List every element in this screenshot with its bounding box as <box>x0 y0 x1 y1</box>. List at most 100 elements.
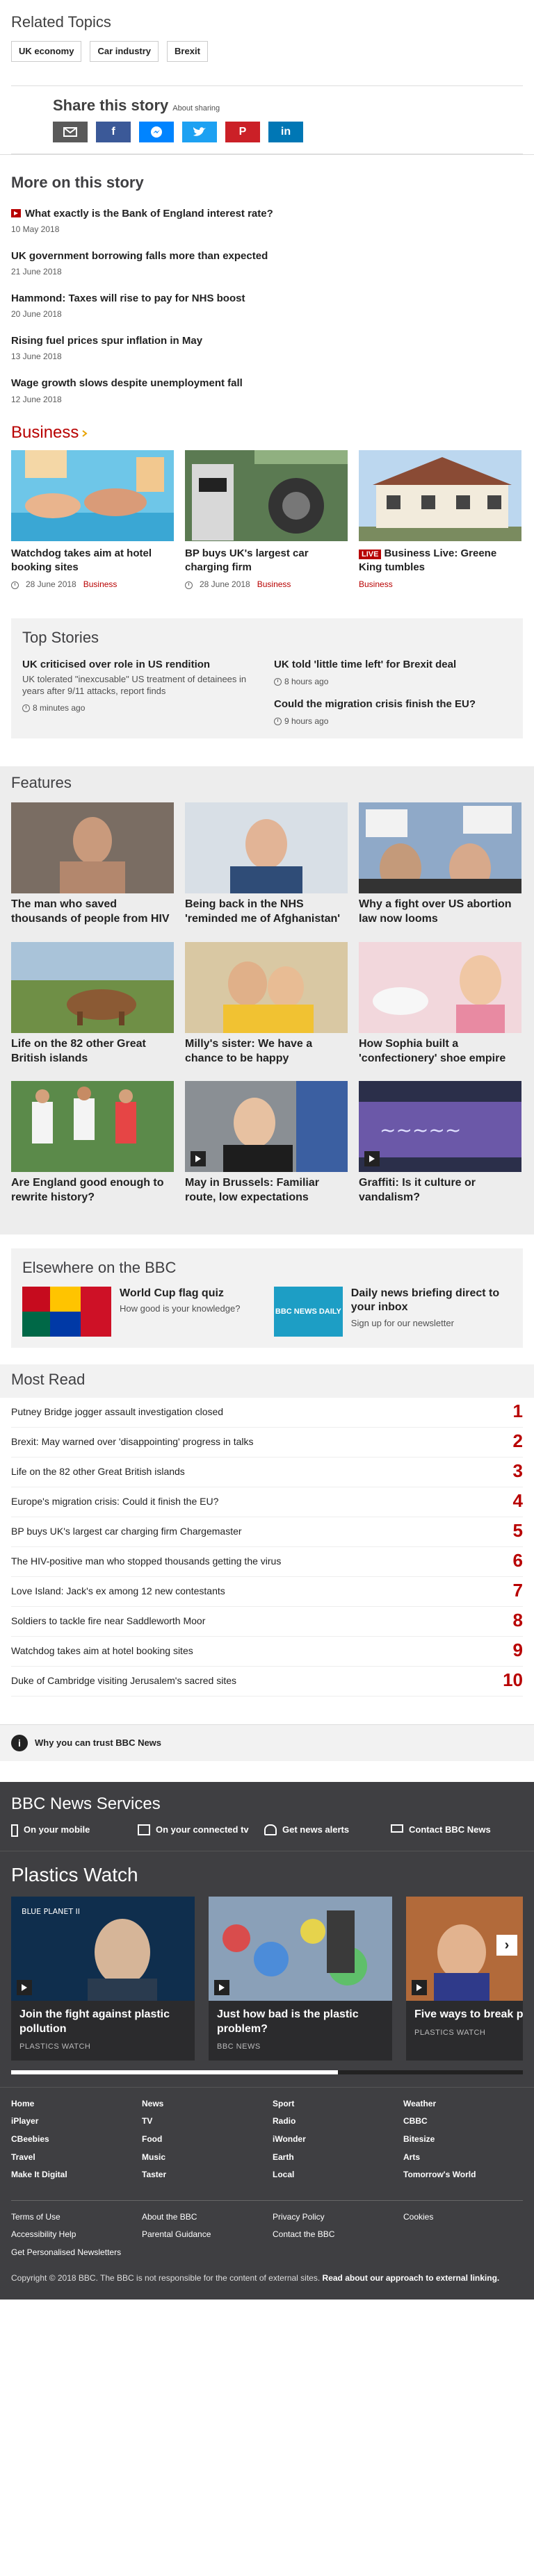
feature-title[interactable]: Being back in the NHS 'reminded me of Af… <box>185 898 348 927</box>
footer-link[interactable]: Taster <box>142 2170 273 2181</box>
footer-link[interactable]: Tomorrow's World <box>403 2170 523 2181</box>
footer-link[interactable]: TV <box>142 2116 273 2127</box>
plastics-card-title[interactable]: Just how bad is the plastic problem? <box>209 2001 392 2037</box>
footer-link[interactable]: Bitesize <box>403 2134 523 2145</box>
plastics-card-title[interactable]: Five ways to break plastic <box>406 2001 523 2022</box>
plastics-card[interactable]: Five ways to break plastic PLASTICS WATC… <box>406 1896 523 2061</box>
feature-title[interactable]: Milly's sister: We have a chance to be h… <box>185 1037 348 1066</box>
most-read-item[interactable]: Life on the 82 other Great British islan… <box>11 1458 523 1488</box>
tag-brexit[interactable]: Brexit <box>167 40 208 63</box>
footer-legal-link[interactable]: Parental Guidance <box>142 2229 273 2240</box>
most-read-title[interactable]: The HIV-positive man who stopped thousan… <box>11 1555 281 1567</box>
feature-title[interactable]: Graffiti: Is it culture or vandalism? <box>359 1176 521 1205</box>
elsewhere-item-title[interactable]: Daily news briefing direct to your inbox <box>351 1287 512 1316</box>
elsewhere-item[interactable]: World Cup flag quiz How good is your kno… <box>22 1286 260 1337</box>
feature-title[interactable]: May in Brussels: Familiar route, low exp… <box>185 1176 348 1205</box>
most-read-title[interactable]: BP buys UK's largest car charging firm C… <box>11 1525 242 1537</box>
external-linking-link[interactable]: Read about our approach to external link… <box>323 2273 500 2283</box>
footer-link[interactable]: Home <box>11 2099 142 2110</box>
tag-uk-economy[interactable]: UK economy <box>11 40 82 63</box>
feature-card[interactable]: Are England good enough to rewrite histo… <box>11 1081 174 1205</box>
top-story-title[interactable]: UK told 'little time left' for Brexit de… <box>274 658 512 672</box>
service-contact[interactable]: Contact BBC News <box>391 1824 502 1837</box>
feature-title[interactable]: The man who saved thousands of people fr… <box>11 898 174 927</box>
plastics-card-title[interactable]: Join the fight against plastic pollution <box>11 2001 195 2037</box>
most-read-title[interactable]: Brexit: May warned over 'disappointing' … <box>11 1435 254 1448</box>
footer-legal-link[interactable]: About the BBC <box>142 2212 273 2223</box>
service-label[interactable]: Contact BBC News <box>409 1824 491 1836</box>
feature-title[interactable]: Life on the 82 other Great British islan… <box>11 1037 174 1066</box>
footer-link[interactable]: Earth <box>273 2152 403 2163</box>
service-label[interactable]: On your mobile <box>24 1824 90 1836</box>
most-read-item[interactable]: Putney Bridge jogger assault investigati… <box>11 1398 523 1428</box>
most-read-title[interactable]: Soldiers to tackle fire near Saddleworth… <box>11 1615 205 1627</box>
business-card-category[interactable]: Business <box>257 579 291 591</box>
service-mobile[interactable]: On your mobile <box>11 1824 122 1838</box>
feature-card[interactable]: Life on the 82 other Great British islan… <box>11 941 174 1066</box>
scrollbar-thumb[interactable] <box>11 2070 338 2074</box>
plastics-card[interactable]: Just how bad is the plastic problem? BBC… <box>209 1896 392 2061</box>
feature-card[interactable]: How Sophia built a 'confectionery' shoe … <box>359 941 521 1066</box>
business-title[interactable]: Business <box>11 422 79 443</box>
most-read-item[interactable]: Brexit: May warned over 'disappointing' … <box>11 1428 523 1458</box>
trust-label[interactable]: Why you can trust BBC News <box>35 1737 161 1749</box>
business-card-title[interactable]: BP buys UK's largest car charging firm <box>185 547 348 574</box>
footer-link[interactable]: Weather <box>403 2099 523 2110</box>
about-sharing-link[interactable]: About sharing <box>172 104 220 113</box>
story-item[interactable]: What exactly is the Bank of England inte… <box>0 203 534 245</box>
email-share-button[interactable] <box>53 122 88 143</box>
linkedin-share-button[interactable]: in <box>268 122 303 143</box>
most-read-item[interactable]: Duke of Cambridge visiting Jerusalem's s… <box>11 1667 523 1697</box>
most-read-title[interactable]: Duke of Cambridge visiting Jerusalem's s… <box>11 1674 236 1687</box>
most-read-item[interactable]: Love Island: Jack's ex among 12 new cont… <box>11 1577 523 1608</box>
elsewhere-item-title[interactable]: World Cup flag quiz <box>120 1287 240 1301</box>
feature-title[interactable]: Why a fight over US abortion law now loo… <box>359 898 521 927</box>
most-read-item[interactable]: BP buys UK's largest car charging firm C… <box>11 1517 523 1548</box>
most-read-title[interactable]: Watchdog takes aim at hotel booking site… <box>11 1644 193 1657</box>
elsewhere-item[interactable]: BBC NEWS DAILY Daily news briefing direc… <box>274 1286 512 1337</box>
story-title[interactable]: Hammond: Taxes will rise to pay for NHS … <box>11 292 523 306</box>
facebook-share-button[interactable]: f <box>96 122 131 143</box>
footer-legal-link[interactable]: Cookies <box>403 2212 523 2223</box>
top-story-item[interactable]: UK criticised over role in US rendition … <box>22 658 260 714</box>
pinterest-share-button[interactable]: P <box>225 122 260 143</box>
business-card-category[interactable]: Business <box>83 579 118 591</box>
most-read-item[interactable]: Europe's migration crisis: Could it fini… <box>11 1487 523 1518</box>
top-story-item[interactable]: Could the migration crisis finish the EU… <box>274 697 512 727</box>
story-item[interactable]: Wage growth slows despite unemployment f… <box>0 372 534 415</box>
footer-legal-link[interactable]: Get Personalised Newsletters <box>11 2247 142 2259</box>
tag-car-industry[interactable]: Car industry <box>90 40 159 63</box>
messenger-share-button[interactable] <box>139 122 174 143</box>
story-item[interactable]: UK government borrowing falls more than … <box>0 245 534 288</box>
story-title[interactable]: What exactly is the Bank of England inte… <box>25 207 273 221</box>
top-story-item[interactable]: UK told 'little time left' for Brexit de… <box>274 658 512 688</box>
footer-legal-link[interactable]: Privacy Policy <box>273 2212 403 2223</box>
most-read-item[interactable]: Soldiers to tackle fire near Saddleworth… <box>11 1607 523 1637</box>
footer-legal-link[interactable]: Terms of Use <box>11 2212 142 2223</box>
service-alerts[interactable]: Get news alerts <box>264 1824 375 1837</box>
footer-link[interactable]: CBeebies <box>11 2134 142 2145</box>
feature-title[interactable]: Are England good enough to rewrite histo… <box>11 1176 174 1205</box>
top-story-title[interactable]: UK criticised over role in US rendition <box>22 658 260 672</box>
footer-link[interactable]: Food <box>142 2134 273 2145</box>
feature-card[interactable]: Being back in the NHS 'reminded me of Af… <box>185 802 348 927</box>
plastics-card[interactable]: BLUE PLANET II Join the fight against pl… <box>11 1896 195 2061</box>
most-read-item[interactable]: The HIV-positive man who stopped thousan… <box>11 1547 523 1578</box>
most-read-title[interactable]: Love Island: Jack's ex among 12 new cont… <box>11 1585 225 1597</box>
footer-link[interactable]: News <box>142 2099 273 2110</box>
feature-card[interactable]: The man who saved thousands of people fr… <box>11 802 174 927</box>
business-card[interactable]: Watchdog takes aim at hotel booking site… <box>11 450 174 591</box>
trust-bbc-news-link[interactable]: i Why you can trust BBC News <box>0 1724 534 1762</box>
footer-link[interactable]: Music <box>142 2152 273 2163</box>
most-read-item[interactable]: Watchdog takes aim at hotel booking site… <box>11 1637 523 1667</box>
feature-title[interactable]: How Sophia built a 'confectionery' shoe … <box>359 1037 521 1066</box>
plastics-scrollbar[interactable] <box>11 2070 523 2074</box>
most-read-title[interactable]: Life on the 82 other Great British islan… <box>11 1465 185 1478</box>
business-card-category[interactable]: Business <box>359 579 393 591</box>
footer-link[interactable]: iWonder <box>273 2134 403 2145</box>
feature-card[interactable]: ~~~~~ Graffiti: Is it culture or vandali… <box>359 1081 521 1205</box>
story-title[interactable]: Rising fuel prices spur inflation in May <box>11 334 523 348</box>
carousel-next-button[interactable]: › <box>496 1934 517 1956</box>
story-item[interactable]: Rising fuel prices spur inflation in May… <box>0 330 534 372</box>
footer-link[interactable]: Sport <box>273 2099 403 2110</box>
